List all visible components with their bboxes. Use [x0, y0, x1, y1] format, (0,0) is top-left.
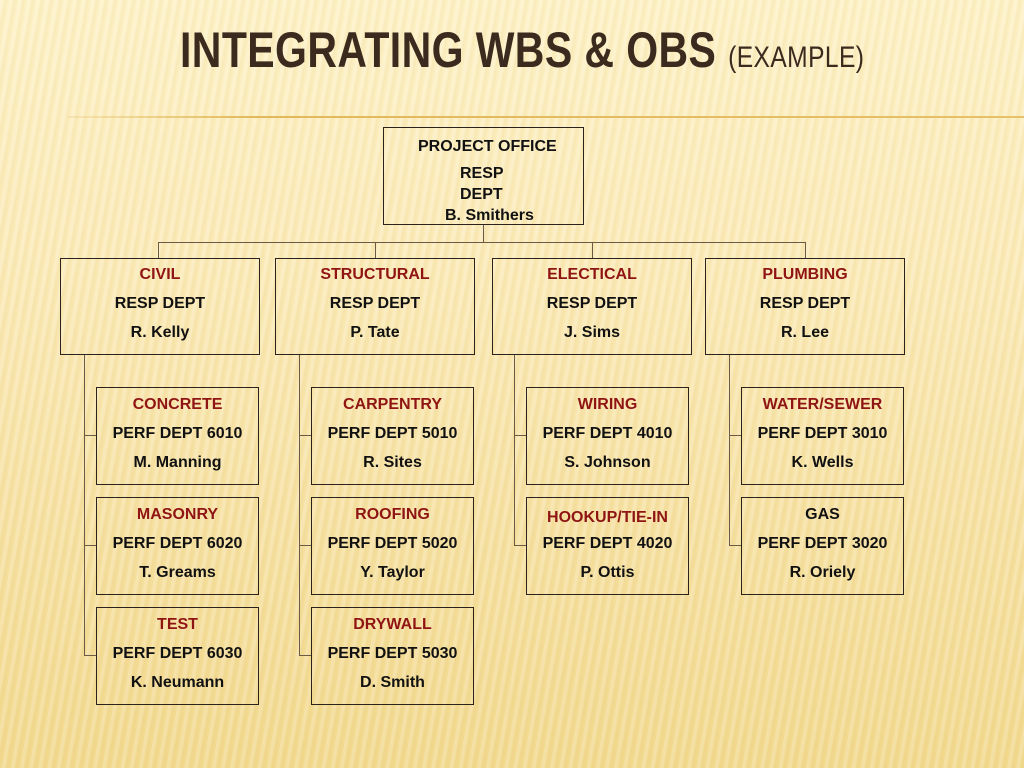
org-node-roofing[interactable]: ROOFING PERF DEPT 5020 Y. Taylor [311, 497, 474, 595]
node-person: R. Sites [363, 454, 422, 471]
connector [805, 242, 806, 258]
node-title: HOOKUP/TIE-IN [547, 509, 668, 526]
connector [299, 435, 311, 436]
org-node-water-sewer[interactable]: WATER/SEWER PERF DEPT 3010 K. Wells [741, 387, 904, 485]
connector [729, 355, 730, 545]
connector [299, 545, 311, 546]
org-node-structural[interactable]: STRUCTURAL RESP DEPT P. Tate [275, 258, 475, 355]
node-person: S. Johnson [564, 454, 651, 471]
node-perf-dept: PERF DEPT 5030 [327, 645, 458, 662]
org-node-test[interactable]: TEST PERF DEPT 6030 K. Neumann [96, 607, 259, 705]
org-node-project-office[interactable]: PROJECT OFFICE RESP DEPT B. Smithers [383, 127, 584, 225]
node-title: GAS [805, 506, 840, 523]
org-node-hookup-tie-in[interactable]: HOOKUP/TIE-IN PERF DEPT 4020 P. Ottis [526, 497, 689, 595]
node-perf-dept: PERF DEPT 4020 [542, 535, 673, 552]
node-person: B. Smithers [445, 207, 534, 224]
connector [729, 545, 741, 546]
node-title: TEST [157, 616, 198, 633]
node-role-line2: DEPT [460, 186, 503, 203]
connector [84, 435, 96, 436]
node-title: DRYWALL [353, 616, 432, 633]
node-person: K. Neumann [130, 674, 225, 691]
node-person: P. Ottis [580, 564, 635, 581]
node-title: STRUCTURAL [320, 266, 430, 283]
node-role: RESP DEPT [114, 295, 206, 312]
node-title: ROOFING [355, 506, 430, 523]
node-title: CIVIL [139, 266, 181, 283]
slide-title: INTEGRATING WBS & OBS (EXAMPLE) [180, 24, 864, 84]
node-title: ELECTICAL [547, 266, 637, 283]
org-node-electical[interactable]: ELECTICAL RESP DEPT J. Sims [492, 258, 692, 355]
connector [375, 242, 376, 258]
node-person: T. Greams [139, 564, 216, 581]
org-node-gas[interactable]: GAS PERF DEPT 3020 R. Oriely [741, 497, 904, 595]
connector [514, 545, 526, 546]
node-person: Y. Taylor [360, 564, 425, 581]
node-role: RESP DEPT [546, 295, 638, 312]
node-person: R. Kelly [130, 324, 190, 341]
node-perf-dept: PERF DEPT 5010 [327, 425, 458, 442]
connector [158, 242, 159, 258]
connector [729, 435, 741, 436]
org-node-masonry[interactable]: MASONRY PERF DEPT 6020 T. Greams [96, 497, 259, 595]
node-person: D. Smith [360, 674, 425, 691]
node-person: P. Tate [350, 324, 400, 341]
node-person: R. Lee [780, 324, 829, 341]
node-title: CONCRETE [132, 396, 223, 413]
org-node-wiring[interactable]: WIRING PERF DEPT 4010 S. Johnson [526, 387, 689, 485]
connector [514, 355, 515, 545]
node-perf-dept: PERF DEPT 3010 [757, 425, 888, 442]
connector [84, 545, 96, 546]
node-title: WIRING [577, 396, 638, 413]
connector [299, 655, 311, 656]
node-title: PROJECT OFFICE [418, 138, 557, 155]
org-node-drywall[interactable]: DRYWALL PERF DEPT 5030 D. Smith [311, 607, 474, 705]
org-node-civil[interactable]: CIVIL RESP DEPT R. Kelly [60, 258, 260, 355]
node-person: J. Sims [563, 324, 621, 341]
node-role: RESP DEPT [329, 295, 421, 312]
title-divider [68, 116, 1024, 118]
node-title: MASONRY [136, 506, 219, 523]
node-perf-dept: PERF DEPT 6010 [112, 425, 243, 442]
title-subtitle: (EXAMPLE) [728, 41, 865, 74]
node-perf-dept: PERF DEPT 3020 [757, 535, 888, 552]
connector [299, 355, 300, 655]
node-perf-dept: PERF DEPT 4010 [542, 425, 673, 442]
org-node-carpentry[interactable]: CARPENTRY PERF DEPT 5010 R. Sites [311, 387, 474, 485]
org-node-concrete[interactable]: CONCRETE PERF DEPT 6010 M. Manning [96, 387, 259, 485]
node-role: RESP DEPT [759, 295, 851, 312]
title-main: INTEGRATING WBS & OBS [180, 22, 717, 78]
connector [592, 242, 593, 258]
connector [84, 355, 85, 655]
connector [84, 655, 96, 656]
connector [483, 225, 484, 243]
connector [158, 242, 805, 243]
node-person: R. Oriely [789, 564, 856, 581]
node-perf-dept: PERF DEPT 6030 [112, 645, 243, 662]
node-title: WATER/SEWER [762, 396, 883, 413]
node-person: M. Manning [133, 454, 222, 471]
node-title: PLUMBING [762, 266, 848, 283]
node-perf-dept: PERF DEPT 5020 [327, 535, 458, 552]
connector [514, 435, 526, 436]
node-perf-dept: PERF DEPT 6020 [112, 535, 243, 552]
org-node-plumbing[interactable]: PLUMBING RESP DEPT R. Lee [705, 258, 905, 355]
node-person: K. Wells [791, 454, 854, 471]
node-title: CARPENTRY [343, 396, 442, 413]
node-role-line1: RESP [460, 165, 504, 182]
